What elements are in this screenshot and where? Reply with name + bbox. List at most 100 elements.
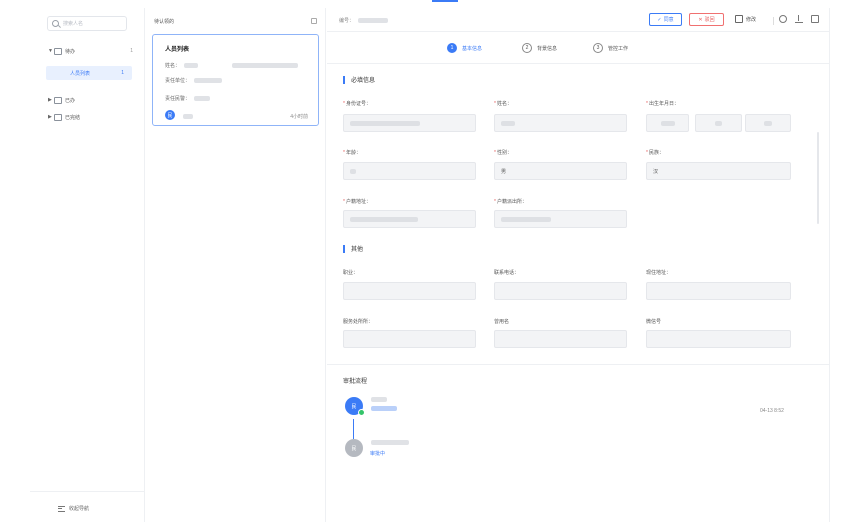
sidebar-item-todo[interactable]: ▼ 待办 1 [48,45,133,57]
redacted-text [715,120,722,126]
edit-icon [735,15,743,23]
card-name-row: 姓名： [165,62,299,69]
redacted-text [183,114,193,119]
export-button[interactable] [795,15,803,23]
search-placeholder: 搜索人名 [63,21,84,27]
wechat-field[interactable] [646,330,791,348]
sidebar-item-done[interactable]: ▶ 已办 [48,94,133,106]
step-label: 管控工作 [608,45,629,52]
approval-node-2: 民 [345,439,363,457]
nickname-field[interactable] [494,330,627,348]
step-basic-info[interactable]: 1 基本信息 [447,43,482,53]
edit-button[interactable]: 修改 [735,15,756,23]
detail-panel: 编号： ✓ 同意 ✕ 驳回 修改 1 基本信息 2 背景信息 3 管控工作 必填… [327,8,830,522]
occupation-field[interactable] [343,282,476,300]
active-indicator-line [432,0,458,2]
redacted-text [232,63,299,68]
approval-status: 审批中 [370,451,386,457]
step-number: 1 [447,43,457,53]
expand-icon [811,15,819,23]
sidebar-item-person-list[interactable]: 人员列表 1 [46,66,132,80]
household-address-field[interactable] [343,210,476,228]
list-header: 待认领的 [154,19,175,25]
id-card-field[interactable] [343,114,476,132]
step-background-info[interactable]: 2 背景信息 [522,43,557,53]
birth-year-field[interactable] [646,114,689,132]
sidebar-item-count: 1 [130,48,133,54]
ethnicity-field[interactable]: 汉 [646,162,791,180]
redacted-text [184,63,199,68]
sidebar-item-label: 已办 [65,97,76,104]
step-number: 3 [593,43,603,53]
service-location-field[interactable] [343,330,476,348]
avatar: 民 [165,110,175,120]
section-bar [343,244,345,253]
search-input[interactable]: 搜索人名 [47,16,127,31]
card-unit-row: 责任单位： [165,77,223,84]
step-label: 基本信息 [462,45,483,52]
reject-label: 驳回 [704,17,715,23]
steps-bar: 1 基本信息 2 背景信息 3 管控工作 [327,32,830,64]
redacted-text [501,216,551,222]
folder-icon [54,96,62,104]
close-icon: ✕ [698,16,703,23]
phone-field[interactable] [494,282,627,300]
collapse-nav-button[interactable]: 收起导航 [58,505,89,512]
timeline-line [353,419,354,439]
task-list-panel: 待认领的 人员列表 姓名： 责任单位： 责任民警： 民 4小时前 [146,8,326,522]
search-icon [52,20,59,27]
redacted-text [371,397,387,402]
divider [327,364,830,365]
sidebar-item-label: 已完结 [65,114,81,121]
redacted-text [371,406,397,411]
redacted-text [660,120,675,126]
sidebar-item-label: 待办 [65,48,76,55]
card-unit-label: 责任单位： [165,78,191,84]
section-label: 必填信息 [351,78,376,84]
card-time: 4小时前 [290,114,308,120]
redacted-text [194,96,211,101]
household-police-label: *户籍派出所： [494,199,527,205]
redacted-text [350,120,420,126]
folder-icon [54,47,62,55]
name-field[interactable] [494,114,627,132]
redacted-text [501,120,515,126]
refresh-button[interactable] [779,15,787,23]
sidebar-item-count: 1 [121,70,124,76]
upload-icon [795,15,803,23]
card-responsible-label: 责任民警： [165,96,191,102]
scrollbar[interactable] [817,132,819,224]
age-field[interactable] [343,162,476,180]
sidebar-item-completed[interactable]: ▶ 已完结 [48,111,133,123]
task-card[interactable]: 人员列表 姓名： 责任单位： 责任民警： 民 4小时前 [152,34,319,126]
section-bar [343,75,345,84]
detail-header: 编号： ✓ 同意 ✕ 驳回 修改 [327,8,830,32]
household-address-label: *户籍地址： [343,199,371,205]
name-label: *姓名： [494,101,512,107]
collapse-nav-label: 收起导航 [69,506,90,512]
record-number-label: 编号： [339,18,355,24]
reject-button[interactable]: ✕ 驳回 [689,13,724,26]
service-location-label: 服务处所所： [343,319,374,325]
phone-label: 联系电话： [494,270,520,276]
divider [773,17,774,25]
section-other-title: 其他 [343,244,363,253]
birth-month-field[interactable] [695,114,742,132]
filter-icon[interactable] [311,18,317,24]
ethnicity-label: *民族： [646,150,664,156]
gender-field[interactable]: 男 [494,162,627,180]
redacted-text [764,120,772,126]
current-address-field[interactable] [646,282,791,300]
step-control-work[interactable]: 3 管控工作 [593,43,628,53]
agree-button[interactable]: ✓ 同意 [649,13,682,26]
expand-button[interactable] [811,15,819,23]
collapse-icon [58,505,65,512]
approval-node-time: 04-13 8:52 [760,408,784,414]
refresh-icon [779,15,787,23]
occupation-label: 职业： [343,270,359,276]
redacted-text [358,18,389,23]
age-label: *年龄： [343,150,361,156]
household-police-field[interactable] [494,210,627,228]
birth-day-field[interactable] [745,114,791,132]
divider [30,491,145,492]
